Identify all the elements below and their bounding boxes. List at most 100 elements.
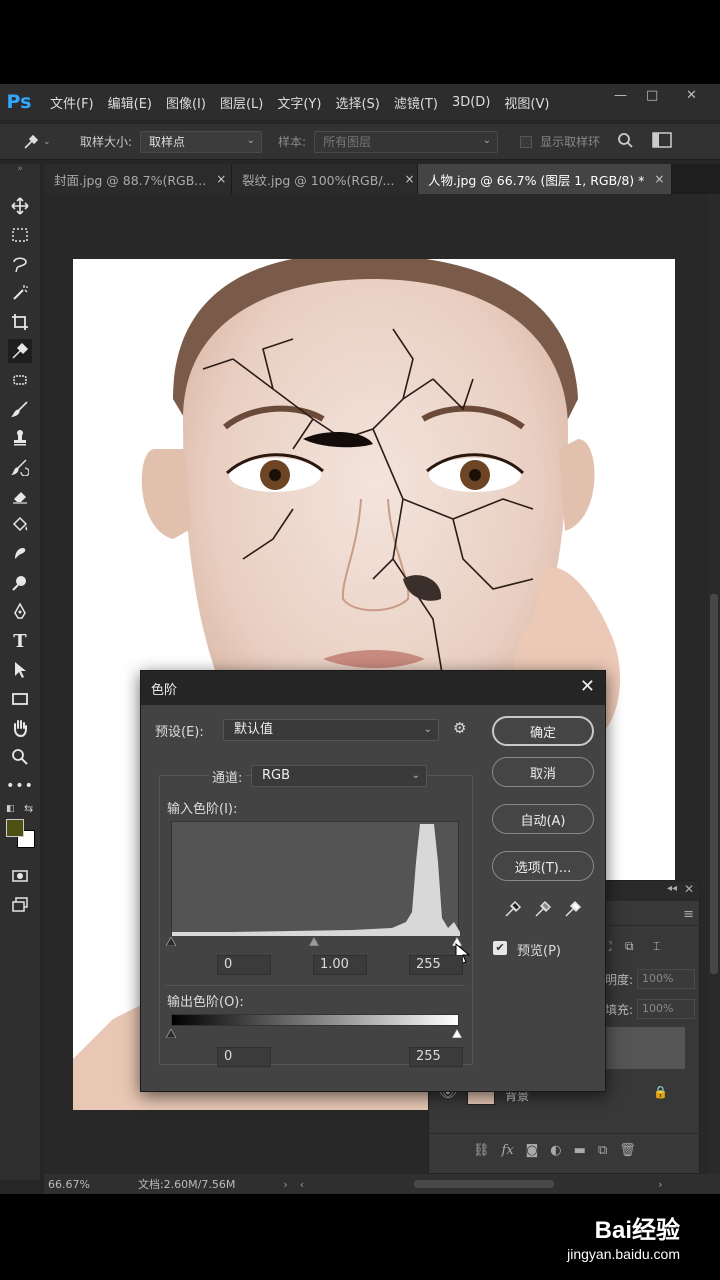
more-tools-icon[interactable]: ••• — [6, 774, 33, 798]
input-black-field[interactable]: 0 — [217, 955, 271, 975]
sample-select[interactable]: 所有图层 ⌄ — [314, 130, 499, 153]
menu-file[interactable]: 文件(F) — [50, 93, 94, 112]
close-window-button[interactable]: ✕ — [686, 88, 697, 103]
horizontal-scrollbar-thumb[interactable] — [414, 1180, 555, 1188]
auto-button[interactable]: 自动(A) — [492, 804, 594, 834]
marquee-tool-icon[interactable] — [8, 223, 32, 247]
preset-select[interactable]: 默认值 ⌄ — [223, 719, 439, 741]
workspace-icon[interactable] — [652, 131, 672, 152]
output-black-slider[interactable] — [166, 1029, 176, 1038]
maximize-button[interactable]: □ — [646, 88, 658, 103]
dialog-titlebar[interactable]: 色阶 ✕ — [141, 671, 605, 705]
pen-tool-icon[interactable] — [8, 600, 32, 624]
menu-select[interactable]: 选择(S) — [335, 93, 379, 112]
fx-icon[interactable]: fx — [502, 1143, 514, 1158]
menu-type[interactable]: 文字(Y) — [277, 93, 321, 112]
menu-bar: Ps 文件(F) 编辑(E) 图像(I) 图层(L) 文字(Y) 选择(S) 滤… — [0, 84, 720, 120]
output-levels-label: 输出色阶(O): — [167, 995, 244, 1010]
opacity-input[interactable]: 100% — [637, 969, 695, 989]
fill-label: 填充: — [605, 1003, 634, 1017]
ps-logo: Ps — [6, 91, 32, 113]
link-layers-icon[interactable]: ⛓ — [473, 1143, 490, 1158]
close-icon[interactable]: × — [404, 172, 414, 186]
eyedropper-tool-preset-icon[interactable]: ⌄ — [22, 133, 56, 151]
clone-stamp-tool-icon[interactable] — [8, 426, 32, 450]
input-gamma-slider[interactable] — [309, 937, 319, 946]
collapse-panel-icon[interactable]: ◂◂ — [667, 883, 677, 894]
foreground-color-swatch[interactable] — [6, 819, 24, 837]
delete-layer-icon[interactable]: 🗑 — [619, 1143, 636, 1158]
layer-row-highlight[interactable] — [605, 1027, 685, 1069]
add-mask-icon[interactable]: ◙ — [526, 1143, 539, 1158]
output-white-field[interactable]: 255 — [409, 1047, 463, 1067]
scroll-left-icon[interactable]: ‹ — [300, 1178, 304, 1191]
quick-mask-icon[interactable] — [8, 864, 32, 888]
preview-checkbox[interactable]: ✔ — [493, 941, 507, 955]
brush-tool-icon[interactable] — [8, 397, 32, 421]
input-black-slider[interactable] — [166, 937, 176, 946]
new-layer-icon[interactable]: ⧉ — [598, 1143, 607, 1158]
scrollbar-thumb[interactable] — [710, 594, 718, 974]
sample-size-value: 取样点 — [149, 135, 186, 149]
rectangle-tool-icon[interactable] — [8, 687, 32, 711]
minimize-button[interactable]: — — [614, 88, 627, 103]
scroll-right-icon[interactable]: › — [658, 1178, 662, 1191]
screen-mode-icon[interactable] — [8, 893, 32, 917]
close-icon[interactable]: ✕ — [580, 676, 595, 697]
output-white-slider[interactable] — [452, 1029, 462, 1038]
cancel-button[interactable]: 取消 — [492, 757, 594, 787]
zoom-level[interactable]: 66.67% — [48, 1178, 90, 1191]
history-brush-tool-icon[interactable] — [8, 455, 32, 479]
output-black-field[interactable]: 0 — [217, 1047, 271, 1067]
channel-select[interactable]: RGB ⌄ — [251, 765, 427, 787]
tab-cover[interactable]: 封面.jpg @ 88.7%(RGB... × — [44, 164, 232, 194]
paint-bucket-tool-icon[interactable] — [8, 513, 32, 537]
eraser-tool-icon[interactable] — [8, 484, 32, 508]
swap-colors-icon[interactable]: ⇆ — [24, 802, 33, 815]
menu-edit[interactable]: 编辑(E) — [108, 93, 152, 112]
input-gamma-field[interactable]: 1.00 — [313, 955, 367, 975]
search-icon[interactable] — [616, 131, 634, 153]
type-tool-icon[interactable]: T — [8, 629, 32, 653]
close-panel-icon[interactable]: ✕ — [684, 882, 694, 896]
vertical-scrollbar[interactable] — [708, 194, 720, 1180]
menu-layer[interactable]: 图层(L) — [220, 93, 263, 112]
sample-size-select[interactable]: 取样点 ⌄ — [140, 130, 263, 153]
menu-3d[interactable]: 3D(D) — [452, 95, 490, 110]
magic-wand-tool-icon[interactable] — [8, 281, 32, 305]
black-point-eyedropper-icon[interactable] — [503, 899, 523, 923]
new-group-icon[interactable]: ▬ — [574, 1143, 586, 1158]
show-ring-checkbox[interactable] — [520, 135, 533, 148]
crop-tool-icon[interactable] — [8, 310, 32, 334]
dodge-tool-icon[interactable] — [8, 571, 32, 595]
lock-artboard-icon[interactable]: ⧉ — [625, 939, 634, 954]
ok-button[interactable]: 确定 — [492, 716, 594, 746]
move-tool-icon[interactable] — [8, 194, 32, 218]
tab-crack[interactable]: 裂纹.jpg @ 100%(RGB/... × — [232, 164, 418, 194]
close-icon[interactable]: × — [654, 172, 664, 186]
options-button[interactable]: 选项(T)... — [492, 851, 594, 881]
panel-menu-icon[interactable]: ≡ — [683, 907, 694, 922]
lock-position-icon[interactable]: ⌶ — [653, 939, 660, 954]
menu-filter[interactable]: 滤镜(T) — [394, 93, 438, 112]
collapse-panel-icon[interactable]: » — [0, 164, 40, 178]
gray-point-eyedropper-icon[interactable] — [533, 899, 553, 923]
healing-brush-tool-icon[interactable] — [8, 368, 32, 392]
hand-tool-icon[interactable] — [8, 716, 32, 740]
preset-options-gear-icon[interactable]: ⚙ — [453, 719, 466, 737]
lasso-tool-icon[interactable] — [8, 252, 32, 276]
fill-input[interactable]: 100% — [637, 999, 695, 1019]
menu-view[interactable]: 视图(V) — [504, 93, 549, 112]
zoom-tool-icon[interactable] — [8, 745, 32, 769]
smudge-tool-icon[interactable] — [8, 542, 32, 566]
tab-portrait[interactable]: 人物.jpg @ 66.7% (图层 1, RGB/8) * × — [418, 164, 672, 194]
adjustment-layer-icon[interactable]: ◐ — [550, 1143, 561, 1158]
default-colors-icon[interactable]: ◧ — [6, 804, 15, 814]
menu-image[interactable]: 图像(I) — [166, 93, 206, 112]
input-white-field[interactable]: 255 — [409, 955, 463, 975]
white-point-eyedropper-icon[interactable] — [563, 899, 583, 923]
path-selection-tool-icon[interactable] — [8, 658, 32, 682]
status-menu-icon[interactable]: › — [283, 1178, 287, 1191]
close-icon[interactable]: × — [216, 172, 226, 186]
eyedropper-tool-icon[interactable] — [8, 339, 32, 363]
